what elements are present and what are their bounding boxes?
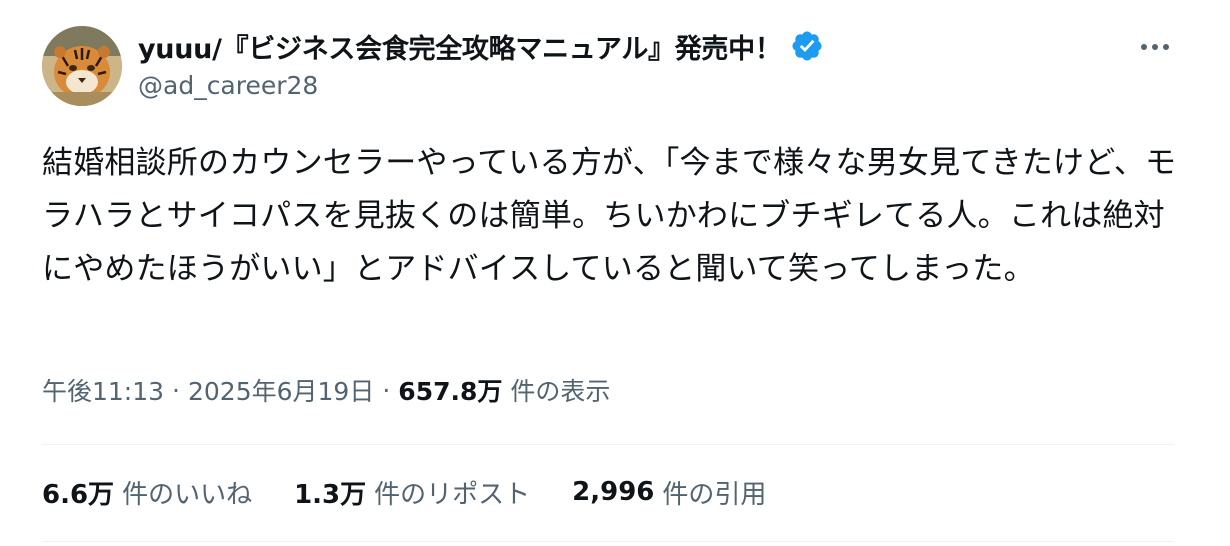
avatar[interactable] bbox=[42, 26, 122, 106]
divider bbox=[42, 541, 1174, 542]
verified-badge-icon bbox=[790, 29, 824, 63]
tiger-avatar-icon bbox=[42, 26, 122, 106]
quotes-label: 件の引用 bbox=[662, 479, 767, 510]
display-name[interactable]: yuuu/『ビジネス会食完全攻略マニュアル』発売中！ bbox=[138, 27, 782, 66]
reposts-count: 1.3万 bbox=[294, 479, 367, 510]
more-options-button[interactable] bbox=[1138, 30, 1172, 64]
reposts-stat[interactable]: 1.3万 件のリポスト bbox=[294, 474, 530, 511]
reposts-label: 件のリポスト bbox=[374, 479, 531, 510]
engagement-stats: 6.6万 件のいいね 1.3万 件のリポスト 2,996 件の引用 bbox=[42, 470, 808, 514]
likes-label: 件のいいね bbox=[122, 479, 253, 510]
likes-count: 6.6万 bbox=[42, 479, 115, 510]
tweet-meta: 午後11:13 · 2025年6月19日 · 657.8万 件の表示 bbox=[42, 368, 610, 412]
quotes-stat[interactable]: 2,996 件の引用 bbox=[572, 474, 766, 511]
likes-stat[interactable]: 6.6万 件のいいね bbox=[42, 474, 252, 511]
more-dots-icon bbox=[1141, 44, 1169, 50]
author-name-row[interactable]: yuuu/『ビジネス会食完全攻略マニュアル』発売中！ bbox=[138, 26, 824, 66]
meta-separator: · bbox=[382, 375, 391, 405]
views-count: 657.8万 bbox=[398, 377, 503, 406]
tweet-text: 結婚相談所のカウンセラーやっている方が、「今まで様々な男女見てきたけど、モラハラ… bbox=[42, 145, 1177, 287]
divider bbox=[42, 444, 1174, 445]
tweet-date[interactable]: 2025年6月19日 bbox=[188, 372, 374, 408]
views-label: 件の表示 bbox=[510, 377, 611, 406]
quotes-count: 2,996 bbox=[572, 477, 655, 507]
tweet-time[interactable]: 午後11:13 bbox=[42, 372, 164, 408]
meta-separator: · bbox=[172, 375, 180, 405]
author-handle[interactable]: @ad_career28 bbox=[138, 71, 318, 100]
